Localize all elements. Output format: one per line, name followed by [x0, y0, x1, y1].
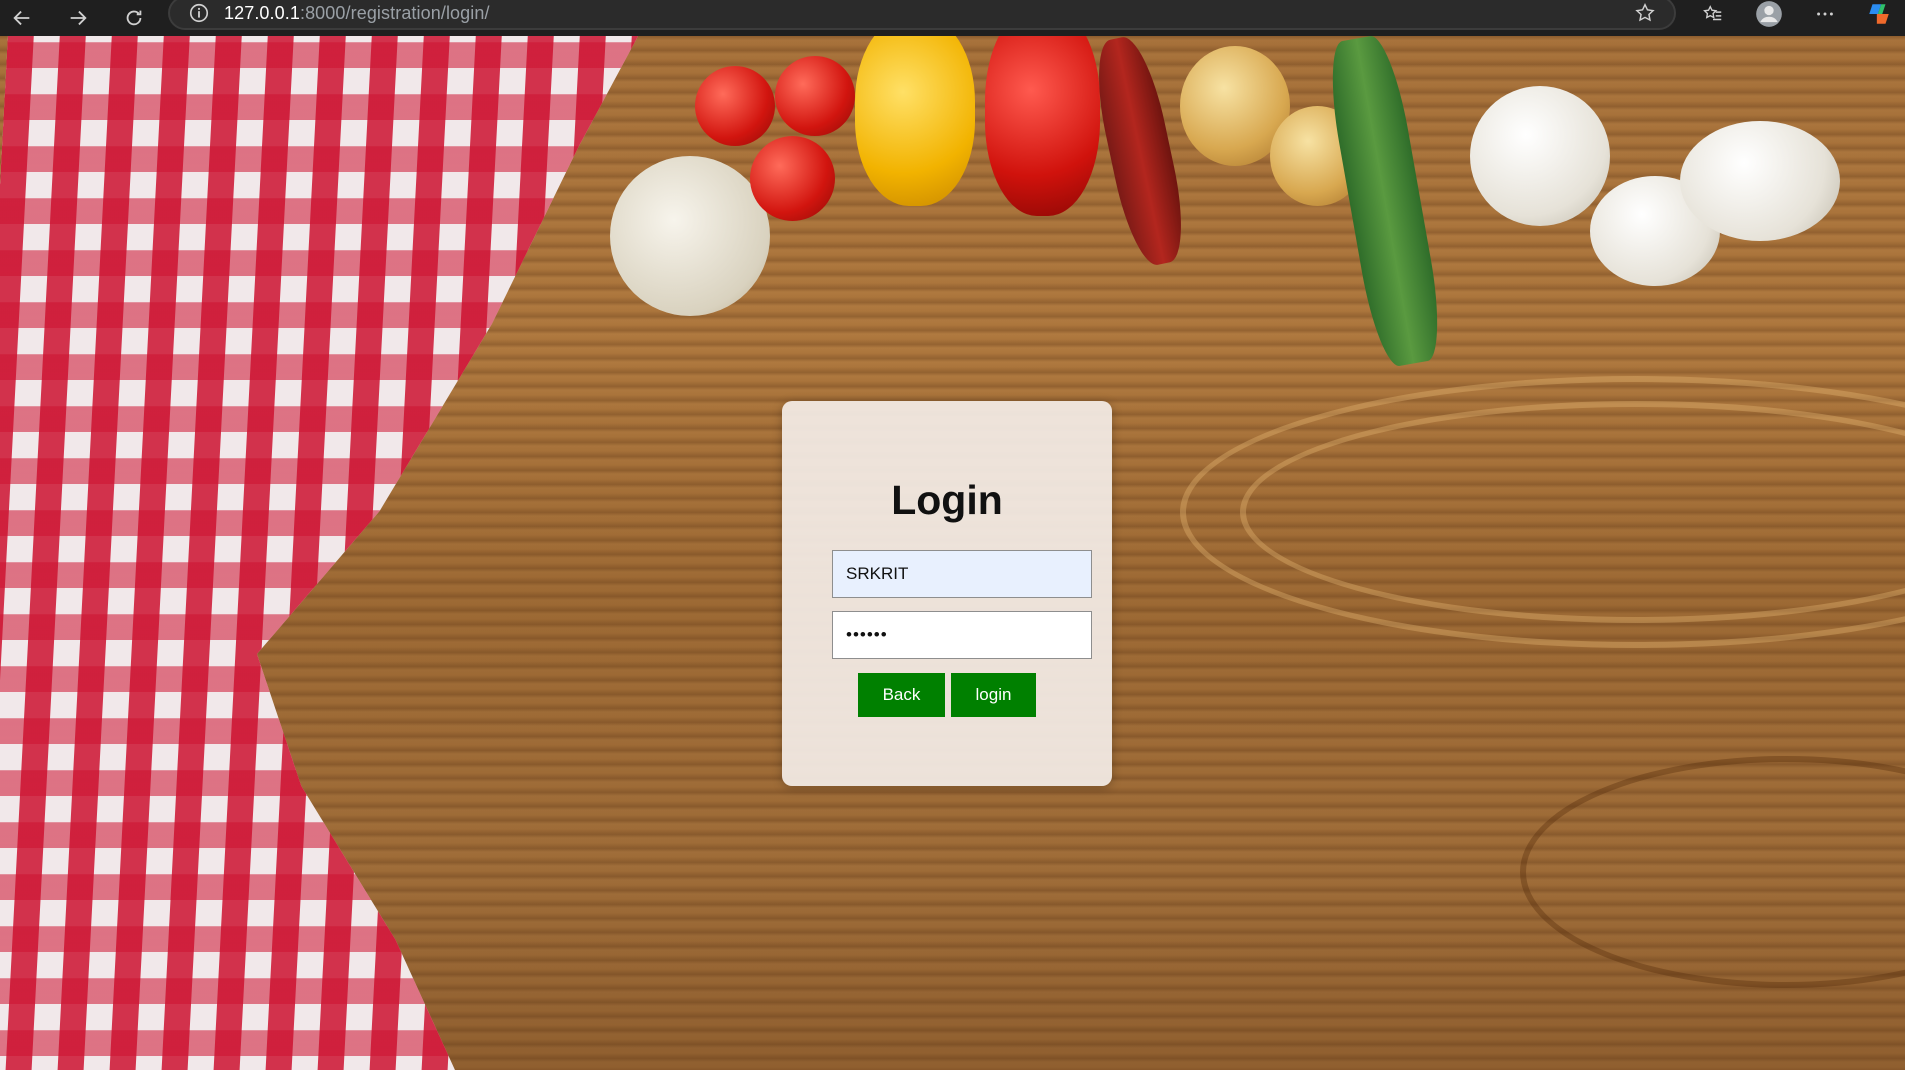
tomato-image	[695, 66, 775, 146]
arrow-left-icon	[13, 10, 30, 26]
tomato-image	[775, 56, 855, 136]
username-input[interactable]	[832, 550, 1092, 598]
favorites-list-icon[interactable]	[1696, 0, 1730, 28]
back-button[interactable]	[2, 3, 42, 33]
arrow-right-icon	[70, 10, 87, 26]
url-host: 127.0.0.1	[224, 2, 300, 23]
login-title: Login	[891, 477, 1003, 523]
login-button[interactable]: login	[951, 673, 1036, 717]
reload-icon	[126, 10, 142, 26]
tablecloth-image	[0, 36, 649, 1070]
url-path: :8000/registration/login/	[299, 2, 490, 23]
copilot-icon[interactable]	[1862, 0, 1896, 28]
password-input[interactable]	[832, 611, 1092, 659]
url-text[interactable]: 127.0.0.1:8000/registration/login/	[224, 3, 490, 24]
reload-button[interactable]	[114, 3, 154, 33]
garlic-image	[610, 156, 770, 316]
profile-icon[interactable]	[1752, 0, 1786, 28]
chili-image	[1086, 36, 1194, 270]
mushroom-image	[1680, 121, 1840, 241]
wood-grain	[1520, 756, 1905, 988]
info-icon[interactable]	[186, 0, 212, 26]
red-pepper-image	[985, 36, 1100, 216]
herb-image	[1321, 36, 1449, 370]
page-background: Login Back login	[0, 36, 1905, 1070]
yellow-pepper-image	[855, 36, 975, 206]
address-bar[interactable]: 127.0.0.1:8000/registration/login/	[168, 0, 1676, 30]
mushroom-image	[1470, 86, 1610, 226]
star-icon[interactable]	[1632, 0, 1658, 26]
back-button[interactable]: Back	[858, 673, 945, 717]
tomato-image	[750, 136, 835, 221]
forward-button[interactable]	[58, 3, 98, 33]
login-card: Login Back login	[782, 401, 1112, 786]
more-icon[interactable]	[1808, 0, 1842, 28]
browser-toolbar: 127.0.0.1:8000/registration/login/	[0, 0, 1905, 36]
